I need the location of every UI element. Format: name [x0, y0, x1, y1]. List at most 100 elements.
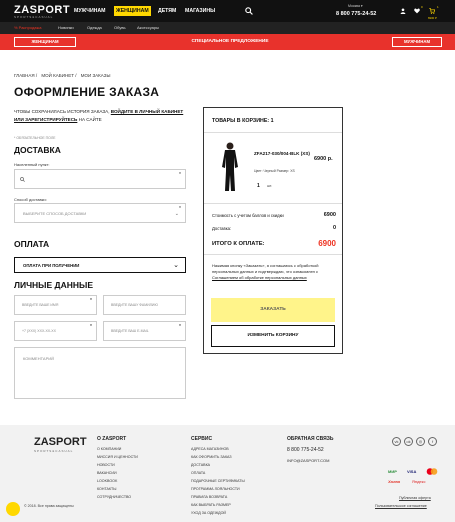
product-qty[interactable]: 1	[257, 183, 260, 189]
footer-link[interactable]: ПРОГРАММА ЛОЯЛЬНОСТИ	[191, 487, 240, 491]
divider	[204, 254, 342, 255]
required-mark: *	[90, 298, 92, 304]
payment-selected: ОПЛАТА ПРИ ПОЛУЧЕНИИ	[23, 263, 80, 268]
copyright: © 2018. Все права защищены	[24, 504, 74, 508]
comment-field[interactable]: КОММЕНТАРИЙ	[14, 347, 186, 399]
product-name[interactable]: ZFA217-030/004-BLK (XS)	[254, 150, 314, 157]
delivery-method-select[interactable]: ВЫБЕРИТЕ СПОСОБ ДОСТАВКИ ⌄ *	[14, 203, 186, 223]
footer-link[interactable]: О КОМПАНИИ	[97, 447, 121, 451]
phone-placeholder: +7 (XXX) XXX-XX-XX	[22, 329, 56, 333]
delivery-cost-value: 0	[332, 225, 336, 231]
logo-subtitle: SPORTS&CASUAL	[14, 15, 54, 19]
subnav-accessories[interactable]: Аксессуары	[137, 25, 159, 30]
breadcrumb: ГЛАВНАЯ / МОЙ КАБИНЕТ / МОИ ЗАКАЗЫ	[14, 73, 113, 78]
phone-field[interactable]: +7 (XXX) XXX-XX-XX *	[14, 321, 97, 341]
surname-field[interactable]: ВВЕДИТЕ ВАШУ ФАМИЛИЮ	[103, 295, 186, 315]
nav-kids[interactable]: ДЕТЯМ	[156, 6, 178, 16]
subnav-shoes[interactable]: Обувь	[114, 25, 126, 30]
email-placeholder: ВВЕДИТЕ ВАШ E-MAIL	[111, 329, 149, 333]
top-header: ZASPORT SPORTS&CASUAL МУЖЧИНАМ ЖЕНЩИНАМ …	[0, 0, 455, 22]
footer-service-heading: СЕРВИС	[191, 436, 213, 442]
method-label: Способ доставки:	[14, 197, 47, 202]
required-mark: *	[179, 324, 181, 330]
product-price: 6900 р.	[314, 156, 333, 162]
promo-text[interactable]: СПЕЦИАЛЬНОЕ ПРЕДЛОЖЕНИЕ	[180, 39, 280, 44]
footer-link[interactable]: ОПЛАТА	[191, 471, 205, 475]
nav-stores[interactable]: МАГАЗИНЫ	[183, 6, 217, 16]
footer-logo[interactable]: ZASPORT	[34, 436, 87, 448]
facebook-icon[interactable]: f	[428, 437, 437, 446]
name-placeholder: ВВЕДИТЕ ВАШЕ ИМЯ	[22, 303, 59, 307]
search-icon	[20, 177, 25, 182]
promo-men-button[interactable]: МУЖЧИНАМ	[392, 37, 442, 47]
comment-placeholder: КОММЕНТАРИЙ	[23, 356, 55, 361]
footer-link[interactable]: LOOKBOOK	[97, 479, 117, 483]
footer-link[interactable]: УХОД ЗА ОДЕЖДОЙ	[191, 511, 226, 515]
subnav-clothes[interactable]: Одежда	[87, 25, 102, 30]
footer-link[interactable]: НОВОСТИ	[97, 463, 115, 467]
city-selector[interactable]: Москва ▾	[348, 4, 363, 8]
city-label: Населенный пункт:	[14, 162, 50, 167]
agreement-text: Нажимая кнопку «Заказать», я соглашаюсь …	[212, 263, 336, 281]
vk-icon[interactable]: vk	[392, 437, 401, 446]
discount-label: Стоимость с учетом баллов и скидки	[212, 213, 284, 218]
footer-link[interactable]: КАК ВЫБРАТЬ РАЗМЕР	[191, 503, 231, 507]
required-note: * ОБЯЗАТЕЛЬНОЕ ПОЛЕ	[14, 136, 56, 140]
yandex-icon: Яндекс	[412, 479, 426, 484]
breadcrumb-account[interactable]: МОЙ КАБИНЕТ /	[41, 73, 76, 78]
payment-select[interactable]: ОПЛАТА ПРИ ПОЛУЧЕНИИ ⌄	[14, 257, 186, 273]
nav-men[interactable]: МУЖЧИНАМ	[72, 6, 108, 16]
discount-value: 6900	[323, 212, 336, 218]
product-image[interactable]	[216, 141, 244, 193]
subnav-sale[interactable]: % Распродажа	[14, 25, 41, 30]
footer-link[interactable]: ВАКАНСИИ	[97, 471, 117, 475]
subnav-sale-label: Распродажа	[18, 25, 42, 30]
mastercard-icon	[426, 468, 438, 475]
delivery-method-placeholder: ВЫБЕРИТЕ СПОСОБ ДОСТАВКИ	[23, 211, 87, 216]
cart-count: 1	[437, 5, 439, 9]
cart-heading: ТОВАРЫ В КОРЗИНЕ: 1	[212, 118, 274, 124]
cart-sum: 6900 Р	[428, 16, 437, 20]
nav-women[interactable]: ЖЕНЩИНАМ	[114, 6, 151, 16]
footer-link[interactable]: СОТРУДНИЧЕСТВО	[97, 495, 131, 499]
email-field[interactable]: ВВЕДИТЕ ВАШ E-MAIL *	[103, 321, 186, 341]
breadcrumb-orders[interactable]: МОИ ЗАКАЗЫ	[81, 73, 111, 78]
promo-women-button[interactable]: ЖЕНЩИНАМ	[14, 37, 76, 47]
personal-heading: ЛИЧНЫЕ ДАННЫЕ	[14, 280, 93, 290]
agreement-link[interactable]: Соглашением об обработке персональных да…	[212, 275, 307, 280]
footer-link[interactable]: ПОДАРОЧНЫЕ СЕРТИФИКАТЫ	[191, 479, 245, 483]
login-note-text: ЧТОБЫ СОХРАНИЛАСЬ ИСТОРИЯ ЗАКАЗА,	[14, 109, 111, 114]
subnav-new[interactable]: Новинки	[58, 25, 74, 30]
footer-email[interactable]: INFO@ZASPORT.COM	[287, 458, 329, 463]
chat-button[interactable]	[6, 502, 20, 516]
footer-link[interactable]: КОНТАКТЫ	[97, 487, 116, 491]
public-offer-link[interactable]: Публичная оферта	[399, 496, 431, 500]
heart-icon[interactable]	[414, 8, 420, 14]
user-icon[interactable]	[400, 8, 406, 14]
chevron-down-icon: ⌄	[173, 262, 179, 269]
total-label: ИТОГО К ОПЛАТЕ:	[212, 241, 265, 247]
ok-icon[interactable]: ok	[404, 437, 413, 446]
cart-summary: ТОВАРЫ В КОРЗИНЕ: 1 ZFA217-030/004-BLK (…	[203, 107, 343, 354]
order-button[interactable]: ЗАКАЗАТЬ	[211, 298, 335, 322]
footer-link[interactable]: АДРЕСА МАГАЗИНОВ	[191, 447, 229, 451]
sub-navigation: % Распродажа Новинки Одежда Обувь Аксесс…	[0, 22, 455, 34]
city-input[interactable]: *	[14, 169, 186, 189]
footer-link[interactable]: ДОСТАВКА	[191, 463, 210, 467]
mir-icon: МИР	[388, 469, 397, 474]
footer-phone[interactable]: 8 800 775-24-52	[287, 447, 324, 453]
footer-link[interactable]: ПРАВИЛА ВОЗВРАТА	[191, 495, 227, 499]
edit-cart-button[interactable]: ИЗМЕНИТЬ КОРЗИНУ	[211, 325, 335, 347]
product-meta: Цвет: Черный Размер: XS	[254, 169, 295, 173]
divider	[204, 203, 342, 204]
name-field[interactable]: ВВЕДИТЕ ВАШЕ ИМЯ *	[14, 295, 97, 315]
visa-icon: VISA	[407, 469, 417, 474]
user-agreement-link[interactable]: Пользовательское соглашение	[375, 504, 427, 508]
footer-link[interactable]: КАК ОФОРМИТЬ ЗАКАЗ	[191, 455, 232, 459]
instagram-icon[interactable]: ◎	[416, 437, 425, 446]
search-icon[interactable]	[245, 7, 253, 15]
footer-link[interactable]: МИССИЯ И ЦЕННОСТИ	[97, 455, 138, 459]
header-phone[interactable]: 8 800 775-24-52	[336, 11, 376, 17]
cart-icon[interactable]	[429, 8, 435, 14]
breadcrumb-home[interactable]: ГЛАВНАЯ /	[14, 73, 37, 78]
